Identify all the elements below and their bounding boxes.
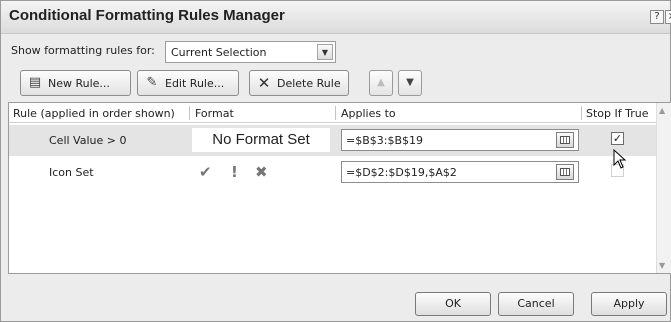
scroll-up-icon[interactable]: ▲ <box>659 106 665 115</box>
range-picker-icon[interactable] <box>556 132 574 148</box>
move-up-button[interactable]: ▲ <box>369 70 393 96</box>
rule-name: Cell Value > 0 <box>49 134 127 147</box>
ok-button[interactable]: OK <box>415 292 491 316</box>
col-rule[interactable]: Rule (applied in order shown) <box>13 107 175 120</box>
delete-x-icon: ✕ <box>257 74 271 92</box>
applies-to-value: =$D$2:$D$19,$A$2 <box>346 166 457 179</box>
show-rules-value: Current Selection <box>171 46 267 59</box>
move-down-icon: ▼ <box>406 77 414 88</box>
new-rule-label: New Rule... <box>48 77 110 90</box>
show-rules-label: Show formatting rules for: <box>11 44 155 57</box>
scroll-down-icon[interactable]: ▼ <box>659 261 665 270</box>
column-divider <box>189 106 190 120</box>
delete-rule-label: Delete Rule <box>277 77 341 90</box>
new-rule-icon: ▤ <box>28 75 42 90</box>
edit-rule-label: Edit Rule... <box>165 77 225 90</box>
delete-rule-button[interactable]: ✕ Delete Rule <box>249 70 349 96</box>
rule-row[interactable]: Icon Set ✔ ! ✖ =$D$2:$D$19,$A$2 <box>9 157 657 188</box>
col-stop-if-true[interactable]: Stop If True <box>586 107 657 120</box>
applies-to-input[interactable]: =$D$2:$D$19,$A$2 <box>341 161 579 183</box>
show-rules-dropdown[interactable]: Current Selection ▼ <box>165 41 336 63</box>
checkmark-icon: ✔ <box>199 163 212 181</box>
column-divider <box>335 106 336 120</box>
edit-rule-icon: ✎ <box>146 75 158 90</box>
rules-list-header: Rule (applied in order shown) Format App… <box>9 103 671 123</box>
applies-to-input[interactable]: =$B$3:$B$19 <box>341 129 579 151</box>
vertical-scrollbar[interactable]: ▲ ▼ <box>656 103 671 273</box>
exclamation-icon: ! <box>231 163 238 181</box>
col-applies-to[interactable]: Applies to <box>341 107 396 120</box>
stop-if-true-checkbox[interactable]: ✓ <box>611 132 624 145</box>
mouse-cursor-icon <box>613 149 627 169</box>
dialog-title: Conditional Formatting Rules Manager <box>9 7 285 24</box>
col-format[interactable]: Format <box>195 107 234 120</box>
format-preview: No Format Set <box>192 128 330 152</box>
range-picker-icon[interactable] <box>556 164 574 180</box>
move-up-icon: ▲ <box>377 77 385 88</box>
chevron-down-icon[interactable]: ▼ <box>317 44 333 60</box>
cross-icon: ✖ <box>255 163 268 181</box>
apply-button[interactable]: Apply <box>591 292 667 316</box>
cancel-button[interactable]: Cancel <box>498 292 574 316</box>
rules-list[interactable]: Rule (applied in order shown) Format App… <box>8 102 671 274</box>
move-down-button[interactable]: ▼ <box>398 70 422 96</box>
new-rule-button[interactable]: ▤ New Rule... <box>20 70 131 96</box>
help-button[interactable]: ? <box>650 10 664 24</box>
rule-row[interactable]: Cell Value > 0 No Format Set =$B$3:$B$19… <box>9 125 657 156</box>
rule-name: Icon Set <box>49 166 94 179</box>
column-divider <box>581 106 582 120</box>
applies-to-value: =$B$3:$B$19 <box>346 134 424 147</box>
close-button[interactable]: × <box>665 10 671 24</box>
rules-manager-dialog: Conditional Formatting Rules Manager ? ×… <box>0 0 671 322</box>
title-bar: Conditional Formatting Rules Manager ? × <box>1 1 671 34</box>
edit-rule-button[interactable]: ✎ Edit Rule... <box>137 70 239 96</box>
